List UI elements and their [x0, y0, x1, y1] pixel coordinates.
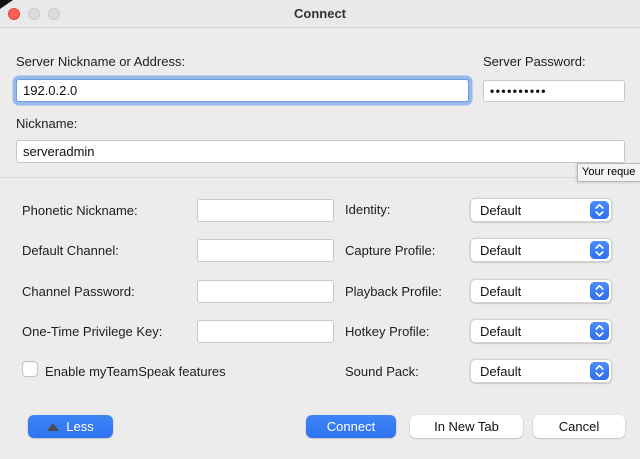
collapse-arrow-icon — [47, 423, 59, 431]
default-channel-input[interactable] — [197, 239, 334, 262]
privilege-key-input[interactable] — [197, 320, 334, 343]
less-button[interactable]: Less — [28, 415, 113, 438]
hotkey-profile-select-value: Default — [480, 324, 521, 339]
connect-button-label: Connect — [327, 419, 375, 434]
playback-profile-select-value: Default — [480, 284, 521, 299]
server-address-label: Server Nickname or Address: — [16, 54, 185, 69]
identity-select[interactable]: Default — [470, 198, 612, 222]
myteamspeak-checkbox-label: Enable myTeamSpeak features — [45, 364, 226, 379]
nickname-label: Nickname: — [16, 116, 77, 131]
popup-stepper-icon — [590, 362, 609, 380]
connect-button[interactable]: Connect — [306, 415, 396, 438]
privilege-key-label: One-Time Privilege Key: — [22, 324, 162, 339]
popup-stepper-icon — [590, 241, 609, 259]
popup-stepper-icon — [590, 322, 609, 340]
less-button-label: Less — [66, 419, 93, 434]
cancel-button-label: Cancel — [559, 419, 599, 434]
in-new-tab-button[interactable]: In New Tab — [410, 415, 523, 438]
nickname-input[interactable] — [16, 140, 625, 163]
myteamspeak-checkbox[interactable] — [22, 361, 38, 377]
default-channel-label: Default Channel: — [22, 243, 119, 258]
sound-pack-select[interactable]: Default — [470, 359, 612, 383]
server-password-input[interactable] — [483, 80, 625, 102]
identity-label: Identity: — [345, 202, 391, 217]
capture-profile-select-value: Default — [480, 243, 521, 258]
phonetic-nickname-label: Phonetic Nickname: — [22, 203, 138, 218]
sound-pack-label: Sound Pack: — [345, 364, 419, 379]
hotkey-profile-label: Hotkey Profile: — [345, 324, 430, 339]
capture-profile-label: Capture Profile: — [345, 243, 435, 258]
cancel-button[interactable]: Cancel — [533, 415, 625, 438]
channel-password-label: Channel Password: — [22, 284, 135, 299]
title-bar[interactable]: Connect — [0, 0, 640, 28]
hotkey-profile-select[interactable]: Default — [470, 319, 612, 343]
server-address-input[interactable] — [16, 79, 469, 102]
section-divider — [0, 177, 640, 178]
server-password-label: Server Password: — [483, 54, 586, 69]
identity-select-value: Default — [480, 203, 521, 218]
sound-pack-select-value: Default — [480, 364, 521, 379]
window-title: Connect — [0, 6, 640, 21]
connect-dialog: Connect Server Nickname or Address: Serv… — [0, 0, 640, 459]
popup-stepper-icon — [590, 201, 609, 219]
in-new-tab-button-label: In New Tab — [434, 419, 499, 434]
channel-password-input[interactable] — [197, 280, 334, 303]
playback-profile-label: Playback Profile: — [345, 284, 442, 299]
capture-profile-select[interactable]: Default — [470, 238, 612, 262]
popup-stepper-icon — [590, 282, 609, 300]
playback-profile-select[interactable]: Default — [470, 279, 612, 303]
tooltip: Your reque — [577, 163, 640, 182]
phonetic-nickname-input[interactable] — [197, 199, 334, 222]
